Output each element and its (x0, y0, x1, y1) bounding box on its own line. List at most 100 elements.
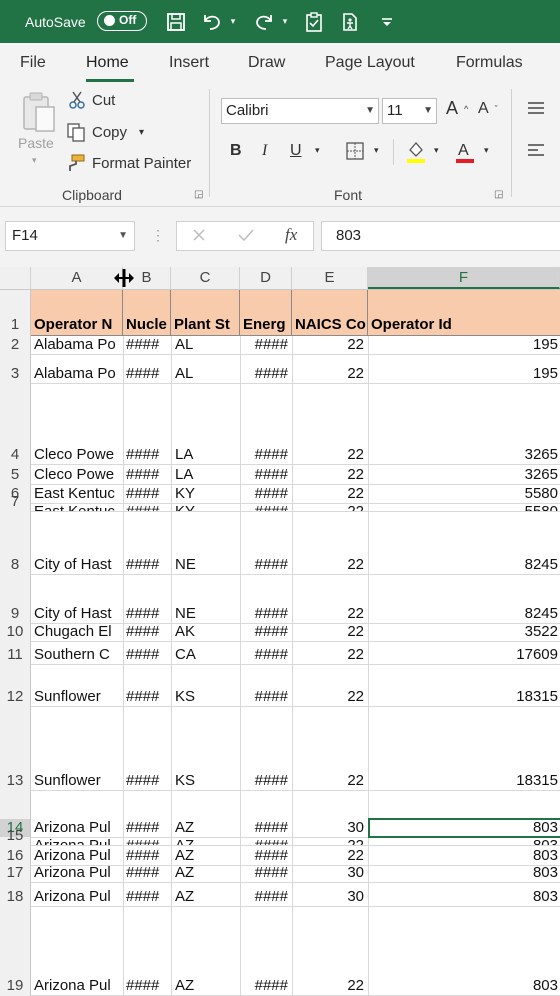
fill-color-dropdown-icon[interactable]: ▾ (434, 145, 439, 156)
increase-font-size-icon[interactable]: A ^ (446, 98, 468, 119)
row-header-2[interactable]: 2 (0, 336, 30, 354)
font-dialog-launcher-icon[interactable]: ◲ (494, 189, 503, 200)
cell-d8[interactable]: #### (240, 556, 288, 574)
font-name-combo[interactable]: Calibri ▼ (221, 98, 379, 124)
header-cell-a[interactable]: Operator N (31, 290, 123, 336)
cell-f11[interactable]: 17609 (368, 646, 558, 664)
cell-c17[interactable]: AZ (175, 864, 239, 882)
cell-a3[interactable]: Alabama Po (34, 365, 122, 383)
header-cell-d[interactable]: Energ (240, 290, 292, 336)
cell-a17[interactable]: Arizona Pul (34, 864, 122, 882)
row-header-4[interactable]: 4 (0, 446, 30, 464)
font-size-dropdown-icon[interactable]: ▼ (423, 99, 433, 123)
cell-e12[interactable]: 22 (292, 688, 364, 706)
cell-c15[interactable]: AZ (175, 837, 239, 845)
cell-d6[interactable]: #### (240, 485, 288, 503)
decrease-font-size-icon[interactable]: Aˇ (478, 100, 498, 118)
cell-c5[interactable]: LA (175, 466, 239, 484)
cell-b4[interactable]: #### (126, 446, 170, 464)
column-header-e[interactable]: E (292, 267, 368, 289)
font-size-combo[interactable]: 11 ▼ (382, 98, 437, 124)
cell-e17[interactable]: 30 (292, 864, 364, 882)
row-header-12[interactable]: 12 (0, 688, 30, 706)
clipboard-dialog-launcher-icon[interactable]: ◲ (194, 189, 203, 200)
name-box-dropdown-icon[interactable]: ▼ (118, 222, 128, 250)
cell-a6[interactable]: East Kentuc (34, 485, 122, 503)
cell-a9[interactable]: City of Hast (34, 605, 122, 623)
cell-f18[interactable]: 803 (368, 888, 558, 906)
font-color-dropdown-icon[interactable]: ▾ (484, 145, 489, 156)
cell-a2[interactable]: Alabama Po (34, 336, 122, 354)
cell-b3[interactable]: #### (126, 365, 170, 383)
cell-f2[interactable]: 195 (368, 336, 558, 354)
cell-e7[interactable]: 22 (292, 503, 364, 511)
cell-b16[interactable]: #### (126, 847, 170, 865)
copy-dropdown-icon[interactable]: ▾ (139, 127, 144, 138)
format-painter-button[interactable]: Format Painter (66, 153, 191, 173)
cell-d14[interactable]: #### (240, 819, 288, 837)
cell-e5[interactable]: 22 (292, 466, 364, 484)
cell-f6[interactable]: 5580 (368, 485, 558, 503)
formula-input[interactable]: 803 (321, 221, 560, 251)
cell-a16[interactable]: Arizona Pul (34, 847, 122, 865)
cell-c16[interactable]: AZ (175, 847, 239, 865)
cell-d16[interactable]: #### (240, 847, 288, 865)
cell-f7[interactable]: 5580 (368, 503, 558, 511)
cell-d7[interactable]: #### (240, 503, 288, 511)
font-color-icon[interactable]: A (454, 140, 476, 164)
borders-icon[interactable] (345, 141, 365, 161)
cell-c12[interactable]: KS (175, 688, 239, 706)
cell-e2[interactable]: 22 (292, 336, 364, 354)
cell-b7[interactable]: #### (126, 503, 170, 511)
cell-e9[interactable]: 22 (292, 605, 364, 623)
bold-button[interactable]: B (230, 142, 242, 160)
cell-d11[interactable]: #### (240, 646, 288, 664)
cell-e3[interactable]: 22 (292, 365, 364, 383)
cell-c6[interactable]: KY (175, 485, 239, 503)
cell-e14[interactable]: 30 (292, 819, 364, 837)
cell-c7[interactable]: KY (175, 503, 239, 511)
autosave-toggle[interactable]: Off (97, 11, 147, 31)
cell-a7[interactable]: East Kentuc (34, 503, 122, 511)
insert-function-icon[interactable]: fx (285, 225, 297, 245)
cell-f5[interactable]: 3265 (368, 466, 558, 484)
cell-d18[interactable]: #### (240, 888, 288, 906)
cell-c14[interactable]: AZ (175, 819, 239, 837)
cell-a18[interactable]: Arizona Pul (34, 888, 122, 906)
cell-d3[interactable]: #### (240, 365, 288, 383)
cell-d10[interactable]: #### (240, 623, 288, 641)
column-header-f[interactable]: F (368, 267, 560, 289)
cell-f15[interactable]: 803 (368, 837, 558, 845)
header-cell-f[interactable]: Operator Id (368, 290, 560, 336)
tab-draw[interactable]: Draw (248, 54, 285, 72)
tab-home[interactable]: Home (86, 54, 129, 72)
save-icon[interactable] (162, 0, 190, 43)
paste-icon[interactable] (18, 91, 58, 135)
font-name-dropdown-icon[interactable]: ▼ (365, 99, 375, 123)
cell-a13[interactable]: Sunflower (34, 772, 122, 790)
row-header-16[interactable]: 16 (0, 847, 30, 865)
cell-f10[interactable]: 3522 (368, 623, 558, 641)
column-header-d[interactable]: D (240, 267, 292, 289)
row-header-3[interactable]: 3 (0, 365, 30, 383)
cell-a12[interactable]: Sunflower (34, 688, 122, 706)
cell-d2[interactable]: #### (240, 336, 288, 354)
cut-button[interactable]: Cut (68, 91, 115, 109)
cell-b15[interactable]: #### (126, 837, 170, 845)
cell-a8[interactable]: City of Hast (34, 556, 122, 574)
cell-b17[interactable]: #### (126, 864, 170, 882)
row-header-10[interactable]: 10 (0, 623, 30, 641)
cell-f19[interactable]: 803 (368, 977, 558, 995)
cell-f9[interactable]: 8245 (368, 605, 558, 623)
cell-b8[interactable]: #### (126, 556, 170, 574)
cell-f3[interactable]: 195 (368, 365, 558, 383)
tab-formulas[interactable]: Formulas (456, 54, 523, 72)
cell-c11[interactable]: CA (175, 646, 239, 664)
clipboard-check-icon[interactable] (300, 0, 328, 43)
paste-label[interactable]: Paste (18, 135, 54, 151)
column-header-c[interactable]: C (171, 267, 240, 289)
borders-dropdown-icon[interactable]: ▾ (374, 145, 379, 156)
enter-icon[interactable] (237, 227, 255, 243)
cell-a19[interactable]: Arizona Pul (34, 977, 122, 995)
cell-c8[interactable]: NE (175, 556, 239, 574)
